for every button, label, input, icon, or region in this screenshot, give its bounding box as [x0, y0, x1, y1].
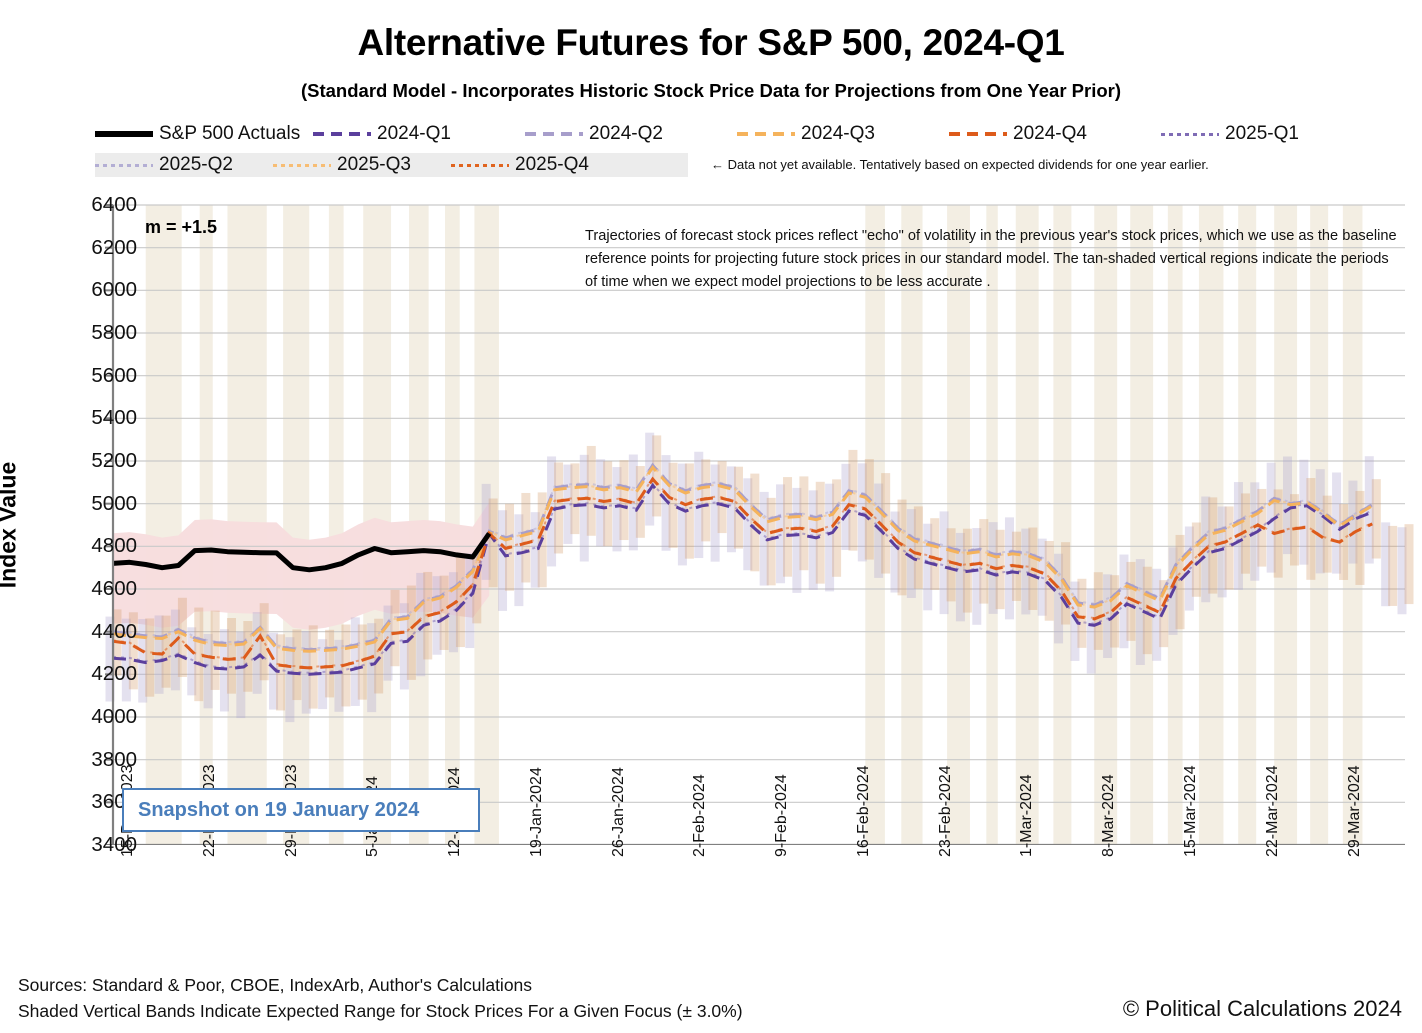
legend-label: 2024-Q2 — [589, 123, 663, 144]
x-tick-label: 1-Mar-2024 — [1018, 774, 1036, 857]
slope-annotation: m = +1.5 — [145, 217, 218, 237]
y-tick-label: 6400 — [91, 193, 137, 216]
y-tick-label: 5800 — [91, 321, 137, 344]
x-tick-label: 16-Feb-2024 — [854, 765, 872, 857]
snapshot-badge: Snapshot on 19 January 2024 — [122, 788, 480, 832]
x-tick-label: 22-Mar-2024 — [1263, 765, 1281, 857]
legend-item-2024-q4[interactable]: 2024-Q4 — [949, 123, 1161, 145]
legend-item-2024-q1[interactable]: 2024-Q1 — [313, 123, 525, 145]
footer-bands-note: Shaded Vertical Bands Indicate Expected … — [18, 1001, 743, 1021]
legend-item-2024-q3[interactable]: 2024-Q3 — [737, 123, 949, 145]
y-tick-label: 5400 — [91, 406, 137, 430]
legend-label: 2025-Q2 — [159, 154, 233, 175]
x-tick-label: 23-Feb-2024 — [936, 765, 954, 857]
x-tick-label: 29-Mar-2024 — [1345, 765, 1363, 857]
chart-plot-area: Index Value 3400 3600 3800 4000 4200 4400 4600… — [0, 193, 1422, 857]
y-tick-label: 5200 — [91, 449, 137, 472]
y-tick-label: 4600 — [91, 577, 137, 600]
y-axis-title: Index Value — [0, 461, 21, 589]
y-tick-label: 5000 — [91, 491, 137, 515]
legend-label: 2025-Q4 — [515, 154, 589, 175]
legend-item-2025-q2[interactable]: 2025-Q2 — [95, 154, 273, 176]
legend-label: 2024-Q1 — [377, 123, 451, 144]
legend-label: 2025-Q1 — [1225, 123, 1299, 144]
legend-label: S&P 500 Actuals — [159, 123, 301, 144]
legend-label: 2024-Q4 — [1013, 123, 1087, 144]
legend-availability-note: ← Data not yet available. Tentatively ba… — [711, 157, 1209, 172]
y-tick-label: 4800 — [91, 534, 137, 558]
x-tick-label: 8-Mar-2024 — [1100, 774, 1118, 857]
x-tick-label: 26-Jan-2024 — [609, 767, 627, 857]
y-tick-label: 4000 — [91, 705, 137, 728]
legend-item-2025-q1[interactable]: 2025-Q1 — [1161, 123, 1299, 145]
y-tick-label: 6200 — [91, 235, 137, 259]
x-tick-label: 2-Feb-2024 — [691, 774, 709, 857]
legend-label: 2024-Q3 — [801, 123, 875, 144]
chart-legend-row-2: 2025-Q2 2025-Q3 2025-Q4 — [95, 153, 688, 177]
x-tick-label: 15-Mar-2024 — [1182, 765, 1200, 857]
chart-legend-row-1: S&P 500 Actuals 2024-Q1 2024-Q2 2024-Q3 2024… — [95, 122, 1405, 146]
y-tick-label: 4400 — [91, 619, 137, 643]
legend-item-2025-q4[interactable]: 2025-Q4 — [451, 154, 629, 176]
legend-item-2025-q3[interactable]: 2025-Q3 — [273, 154, 451, 176]
y-tick-label: 6000 — [91, 278, 137, 302]
x-tick-label: 19-Jan-2024 — [527, 767, 545, 857]
legend-label: 2025-Q3 — [337, 154, 411, 175]
y-tick-label: 4200 — [91, 662, 137, 686]
chart-title: Alternative Futures for S&P 500, 2024-Q1 — [357, 22, 1065, 63]
legend-item-2024-q2[interactable]: 2024-Q2 — [525, 123, 737, 145]
footer-copyright: © Political Calculations 2024 — [1122, 996, 1402, 1021]
footer-sources: Sources: Standard & Poor, CBOE, IndexArb… — [18, 975, 533, 995]
methodology-annotation: Trajectories of forecast stock prices re… — [585, 228, 1397, 290]
chart-subtitle: (Standard Model - Incorporates Historic … — [300, 80, 1122, 101]
y-tick-label: 5600 — [91, 363, 137, 387]
x-tick-label: 9-Feb-2024 — [773, 774, 791, 857]
legend-item-s-p-500-actuals[interactable]: S&P 500 Actuals — [95, 123, 313, 145]
